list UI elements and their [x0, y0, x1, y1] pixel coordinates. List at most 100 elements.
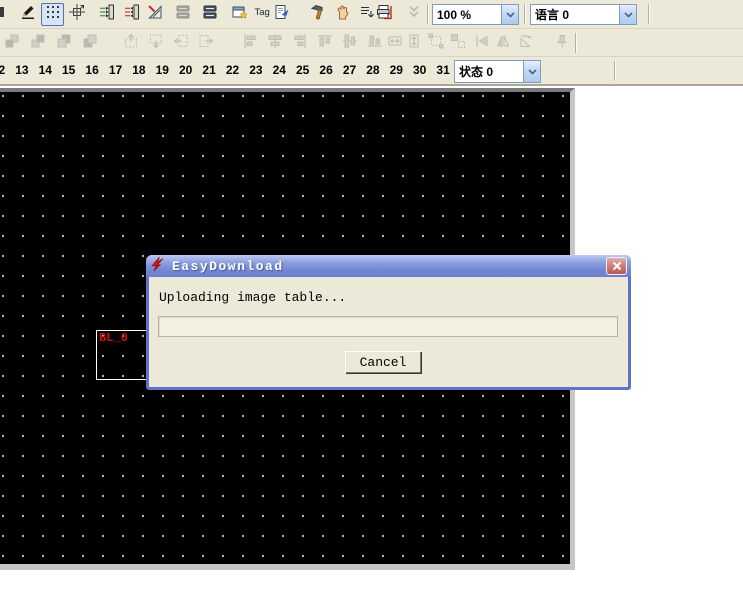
state-number-27[interactable]: 27 [338, 63, 361, 77]
state-number-16[interactable]: 16 [81, 63, 104, 77]
stack-icon [202, 4, 218, 25]
zoom-value: 100 % [433, 8, 501, 22]
nudge-left-button [169, 32, 192, 55]
cancel-button[interactable]: Cancel [345, 351, 421, 373]
nudge-down-button [144, 32, 167, 55]
language-value: 语言 0 [531, 6, 619, 23]
close-icon[interactable] [606, 257, 627, 275]
properties-icon [274, 4, 290, 25]
nudge-right-button [194, 32, 217, 55]
align-left-icon [242, 33, 258, 54]
import-library-button[interactable] [95, 3, 118, 26]
align-top-icon [317, 33, 333, 54]
ungroup-icon [450, 33, 466, 54]
pen-icon [20, 4, 36, 25]
state-number-28[interactable]: 28 [361, 63, 384, 77]
state-number-20[interactable]: 20 [174, 63, 197, 77]
same-width-icon [387, 33, 403, 54]
dialog-body: Uploading image table... Cancel [149, 277, 628, 387]
state-number-30[interactable]: 30 [408, 63, 431, 77]
chevron-down-icon[interactable] [619, 5, 636, 24]
align-bottom-icon [367, 33, 383, 54]
dialog-title: EasyDownload [172, 259, 284, 274]
find-button[interactable] [0, 3, 9, 26]
pen-edit-button[interactable] [16, 3, 39, 26]
fix-position-button [550, 32, 573, 55]
state-select[interactable]: 状态 0 [454, 60, 541, 83]
layer-down-icon [82, 33, 98, 54]
flash-icon [151, 256, 167, 277]
flip-left-icon [474, 33, 490, 54]
nudge-up-button [119, 32, 142, 55]
chevron-down-icon[interactable] [501, 5, 518, 24]
canvas-object-bl0[interactable]: BL_0 [96, 330, 153, 380]
zoom-select[interactable]: 100 % [432, 4, 519, 25]
dialog-titlebar[interactable]: EasyDownload [146, 255, 631, 277]
panel-import-icon [99, 4, 115, 25]
new-window-button[interactable] [228, 3, 251, 26]
flip-horizontal-button [491, 32, 514, 55]
simulate-button[interactable] [331, 3, 354, 26]
state-number-12[interactable]: 12 [0, 63, 10, 77]
nudge-up-icon [123, 33, 139, 54]
edit-properties-button[interactable] [270, 3, 293, 26]
layer-up-button [52, 32, 75, 55]
state-number-13[interactable]: 13 [10, 63, 33, 77]
stack-icon [175, 4, 191, 25]
state-number-15[interactable]: 15 [57, 63, 80, 77]
state-number-21[interactable]: 21 [198, 63, 221, 77]
toolbar-separator [648, 4, 650, 24]
same-height-icon [406, 33, 422, 54]
nudge-down-icon [148, 33, 164, 54]
design-aid-button[interactable] [143, 3, 166, 26]
state-number-18[interactable]: 18 [127, 63, 150, 77]
window-new-icon [232, 4, 248, 25]
toolbar-arrange [0, 29, 743, 57]
compile-button[interactable] [306, 3, 329, 26]
object-list-alt-button [171, 3, 194, 26]
rotate-icon [517, 33, 533, 54]
align-hcenter-icon [342, 33, 358, 54]
state-number-24[interactable]: 24 [268, 63, 291, 77]
ungroup-button [446, 32, 469, 55]
align-right-button [288, 32, 311, 55]
snap-icon [69, 4, 85, 25]
language-select[interactable]: 语言 0 [530, 4, 637, 25]
layer-up-icon [56, 33, 72, 54]
state-number-31[interactable]: 31 [432, 63, 455, 77]
object-list-button[interactable] [198, 3, 221, 26]
hand-icon [335, 4, 351, 25]
dialog-message: Uploading image table... [159, 290, 346, 305]
fix-position-icon [554, 33, 570, 54]
layer-topmost-button [0, 32, 23, 55]
group-icon [428, 33, 444, 54]
layer-topmost-icon [4, 33, 20, 54]
toolbar-separator [575, 33, 577, 53]
state-number-26[interactable]: 26 [315, 63, 338, 77]
state-number-19[interactable]: 19 [151, 63, 174, 77]
export-library-button[interactable] [120, 3, 143, 26]
state-number-14[interactable]: 14 [34, 63, 57, 77]
grid-icon [45, 4, 61, 25]
align-vcenter-button [263, 32, 286, 55]
state-number-17[interactable]: 17 [104, 63, 127, 77]
canvas-object-label: BL_0 [99, 331, 128, 345]
hammer-icon [310, 4, 326, 25]
double-down-icon [406, 4, 422, 25]
toolbar-main: 100 % 语言 0 Tag [0, 0, 743, 29]
state-number-25[interactable]: 25 [291, 63, 314, 77]
nudge-left-icon [173, 33, 189, 54]
toolbar-separator [427, 4, 429, 24]
binoculars-icon [0, 4, 6, 25]
chevron-down-icon[interactable] [523, 61, 540, 82]
download-button[interactable] [372, 3, 395, 26]
state-number-22[interactable]: 22 [221, 63, 244, 77]
layer-bottommost-icon [30, 33, 46, 54]
state-number-29[interactable]: 29 [385, 63, 408, 77]
same-height-button [402, 32, 425, 55]
state-number-23[interactable]: 23 [244, 63, 267, 77]
nudge-right-icon [198, 33, 214, 54]
grid-toggle-button[interactable] [41, 3, 64, 26]
snap-toggle-button[interactable] [65, 3, 88, 26]
svg-text:Tag: Tag [254, 7, 269, 18]
